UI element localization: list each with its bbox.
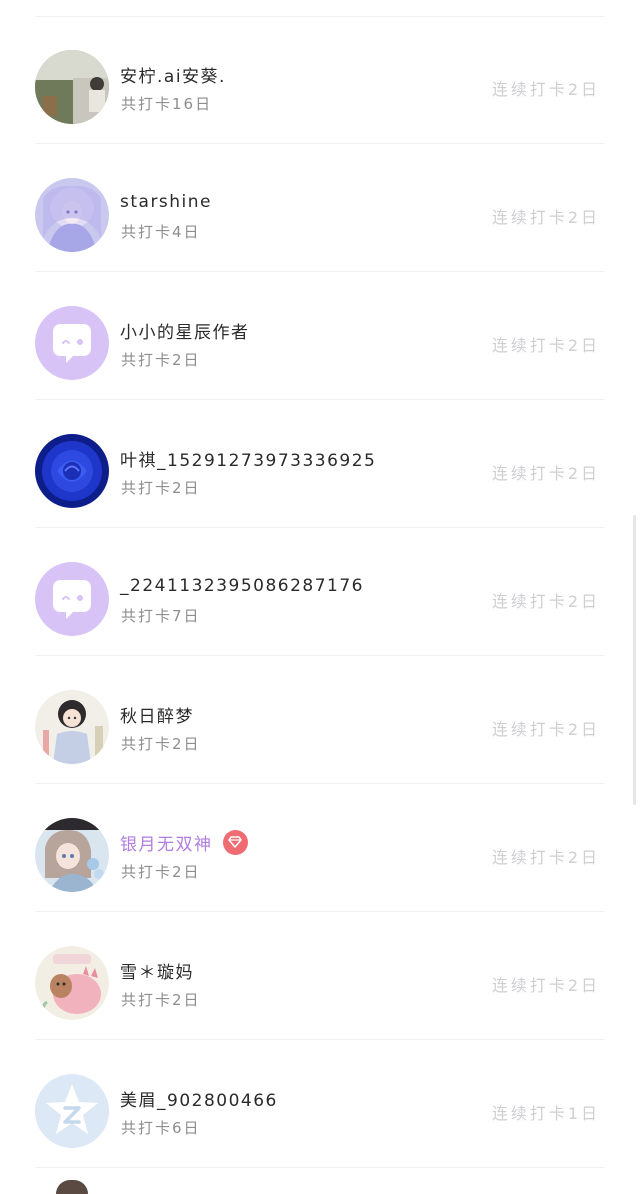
scrollbar[interactable]	[633, 515, 636, 805]
default-chat-avatar[interactable]	[35, 306, 109, 380]
total-checkins: 共打卡4日	[121, 223, 201, 241]
photo-avatar[interactable]	[35, 50, 109, 124]
list-item[interactable]: 小小的星辰作者 共打卡2日 连续打卡2日	[0, 272, 640, 399]
pink-dinosaur-avatar[interactable]	[35, 946, 109, 1020]
streak-checkins: 连续打卡2日	[491, 592, 600, 611]
user-name[interactable]: 银月无双神	[120, 830, 213, 855]
user-name[interactable]: 雪＊璇妈	[120, 958, 194, 983]
streak-checkins: 连续打卡2日	[491, 336, 600, 355]
streak-checkins: 连续打卡2日	[491, 720, 600, 739]
total-checkins: 共打卡2日	[121, 351, 201, 369]
user-name[interactable]: 秋日醉梦	[120, 702, 194, 727]
list-item[interactable]: 安柠.ai安葵. 共打卡16日 连续打卡2日	[0, 16, 640, 143]
streak-checkins: 连续打卡1日	[491, 1104, 600, 1123]
streak-checkins: 连续打卡2日	[491, 80, 600, 99]
total-checkins: 共打卡2日	[121, 479, 201, 497]
user-name[interactable]: 安柠.ai安葵.	[120, 62, 226, 87]
qq-star-avatar[interactable]	[35, 1074, 109, 1148]
streak-checkins: 连续打卡2日	[491, 848, 600, 867]
list-item[interactable]: 美眉_902800466 共打卡6日 连续打卡1日	[0, 1040, 640, 1167]
user-name[interactable]: 美眉_902800466	[120, 1086, 278, 1111]
total-checkins: 共打卡16日	[121, 95, 213, 113]
total-checkins: 共打卡7日	[121, 607, 201, 625]
list-item[interactable]: 雪＊璇妈 共打卡2日 连续打卡2日	[0, 912, 640, 1039]
list-item[interactable]: 叶祺_1529127397333692​5 共打卡2日 连续打卡2日	[0, 400, 640, 527]
next-item-avatar	[56, 1180, 88, 1194]
default-chat-avatar[interactable]	[35, 562, 109, 636]
checkin-list: 安柠.ai安葵. 共打卡16日 连续打卡2日 starshine 共打卡4日 连…	[0, 0, 640, 1194]
streak-checkins: 连续打卡2日	[491, 464, 600, 483]
total-checkins: 共打卡2日	[121, 991, 201, 1009]
list-item[interactable]: 银月无双神 共打卡2日 连续打卡2日	[0, 784, 640, 911]
total-checkins: 共打卡2日	[121, 863, 201, 881]
anime-girl-avatar[interactable]	[35, 178, 109, 252]
divider	[36, 1167, 604, 1168]
total-checkins: 共打卡6日	[121, 1119, 201, 1137]
anime-girl-flowers-avatar[interactable]	[35, 818, 109, 892]
list-item[interactable]: starshine 共打卡4日 连续打卡2日	[0, 144, 640, 271]
vip-diamond-icon	[222, 829, 248, 855]
user-name[interactable]: _2241132395086287176	[120, 576, 364, 596]
user-name[interactable]: 小小的星辰作者	[120, 318, 250, 343]
girl-illustration-avatar[interactable]	[35, 690, 109, 764]
streak-checkins: 连续打卡2日	[491, 976, 600, 995]
user-name[interactable]: starshine	[120, 192, 212, 212]
blue-rose-avatar[interactable]	[35, 434, 109, 508]
total-checkins: 共打卡2日	[121, 735, 201, 753]
streak-checkins: 连续打卡2日	[491, 208, 600, 227]
list-item[interactable]: 秋日醉梦 共打卡2日 连续打卡2日	[0, 656, 640, 783]
user-name[interactable]: 叶祺_1529127397333692​5	[120, 446, 376, 471]
list-item[interactable]: _2241132395086287176 共打卡7日 连续打卡2日	[0, 528, 640, 655]
